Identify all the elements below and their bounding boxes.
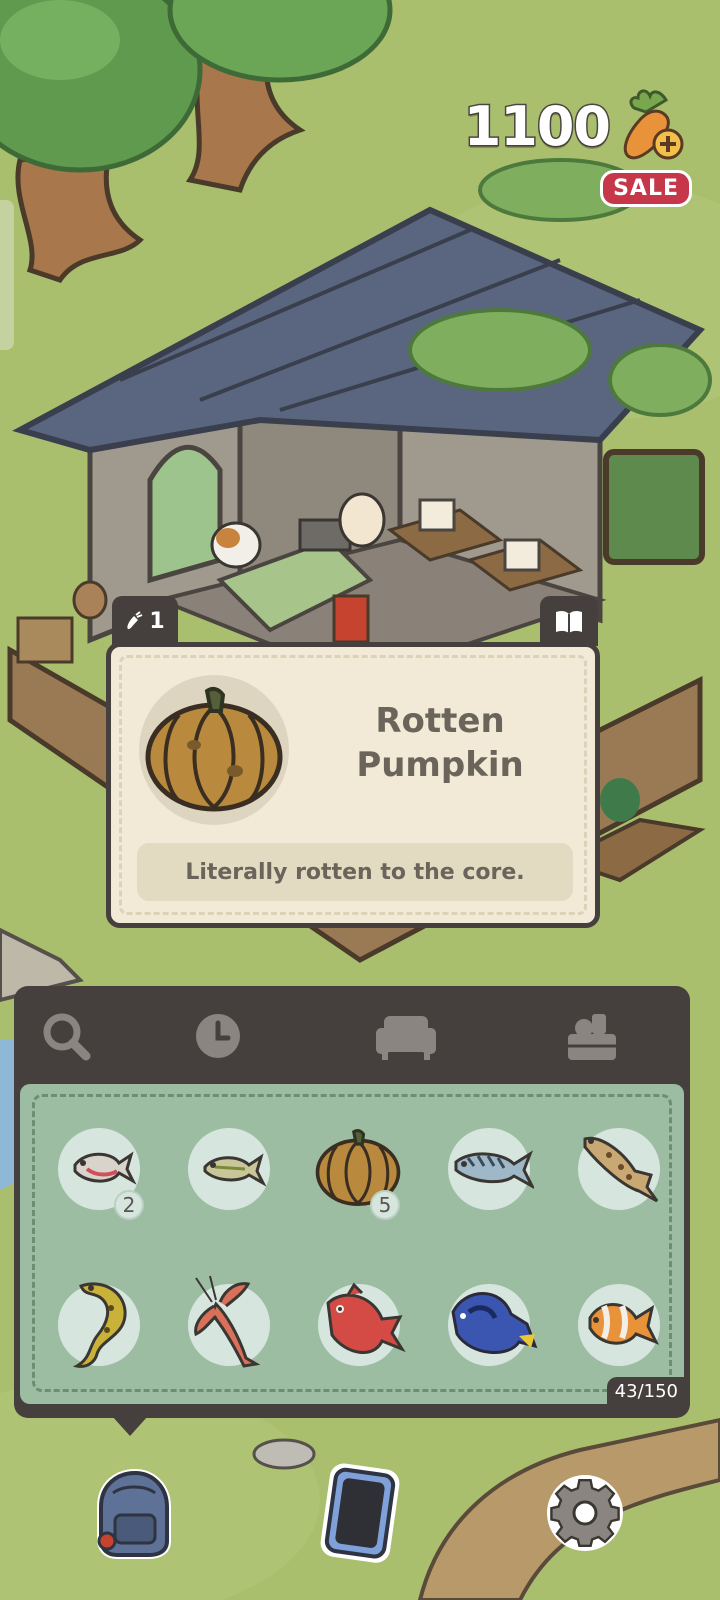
backpack-icon bbox=[97, 1468, 171, 1559]
clownfish-icon bbox=[588, 1303, 660, 1345]
gear-icon bbox=[547, 1475, 623, 1551]
small-green-fish-icon bbox=[203, 1153, 267, 1187]
inventory-slot-9[interactable] bbox=[444, 1264, 540, 1384]
carrot-icon bbox=[127, 611, 143, 630]
item-price-tab: 1 bbox=[112, 596, 178, 646]
encyclopedia-tab[interactable] bbox=[540, 596, 598, 646]
inventory-panel: 2 5 43/150 bbox=[14, 986, 690, 1418]
crate-icon bbox=[568, 1014, 616, 1060]
item-description: Literally rotten to the core. bbox=[137, 843, 573, 901]
item-title: Rotten Pumpkin bbox=[301, 699, 579, 787]
item-title-line2: Pumpkin bbox=[356, 745, 524, 785]
inventory-pointer bbox=[112, 1416, 148, 1436]
book-icon bbox=[556, 610, 582, 633]
inventory-grid: 2 5 43/150 bbox=[20, 1084, 686, 1406]
moray-eel-icon bbox=[72, 1282, 127, 1368]
backpack-button[interactable] bbox=[78, 1458, 188, 1568]
sale-badge[interactable]: SALE bbox=[600, 170, 692, 207]
blue-tang-icon bbox=[451, 1292, 538, 1354]
carrot-amount: 1100 bbox=[462, 93, 612, 159]
crayfish-icon bbox=[194, 1275, 261, 1368]
clock-icon bbox=[196, 1014, 240, 1058]
rotten-pumpkin-icon bbox=[145, 686, 283, 812]
inventory-capacity: 43/150 bbox=[606, 1377, 686, 1406]
brown-trout-icon bbox=[583, 1136, 659, 1203]
carrot-currency[interactable]: 1100 bbox=[462, 86, 690, 166]
item-detail-card: Rotten Pumpkin Literally rotten to the c… bbox=[106, 642, 600, 928]
inventory-slot-6[interactable] bbox=[54, 1264, 150, 1384]
slot-count: 2 bbox=[114, 1190, 144, 1220]
side-drawer-handle[interactable] bbox=[0, 200, 14, 350]
mackerel-icon bbox=[454, 1150, 534, 1189]
inventory-slot-7[interactable] bbox=[184, 1264, 280, 1384]
inventory-slot-4[interactable] bbox=[444, 1108, 540, 1228]
settings-button[interactable] bbox=[530, 1458, 640, 1568]
tab-recent[interactable] bbox=[186, 1004, 250, 1068]
magnifier-icon bbox=[43, 1013, 91, 1061]
red-snapper-icon bbox=[326, 1282, 406, 1354]
item-carrot-count: 1 bbox=[149, 608, 165, 634]
tab-search[interactable] bbox=[34, 1004, 98, 1068]
tab-crafting[interactable] bbox=[560, 1004, 624, 1068]
item-portrait bbox=[139, 675, 289, 825]
inventory-slot-3[interactable]: 5 bbox=[310, 1108, 406, 1228]
tab-furniture[interactable] bbox=[374, 1004, 438, 1068]
inventory-slot-1[interactable]: 2 bbox=[54, 1108, 150, 1228]
phone-icon bbox=[320, 1463, 400, 1563]
slot-count: 5 bbox=[370, 1190, 400, 1220]
inventory-tabs bbox=[14, 986, 690, 1084]
inventory-slot-2[interactable] bbox=[184, 1108, 280, 1228]
inventory-slot-10[interactable] bbox=[574, 1264, 670, 1384]
sofa-icon bbox=[376, 1016, 436, 1060]
carrot-plus-icon[interactable] bbox=[616, 86, 690, 166]
phone-button[interactable] bbox=[304, 1458, 414, 1568]
inventory-slot-5[interactable] bbox=[574, 1108, 670, 1228]
inventory-slot-8[interactable] bbox=[314, 1264, 410, 1384]
small-pink-fish-icon bbox=[73, 1151, 137, 1185]
item-title-line1: Rotten bbox=[375, 701, 505, 741]
